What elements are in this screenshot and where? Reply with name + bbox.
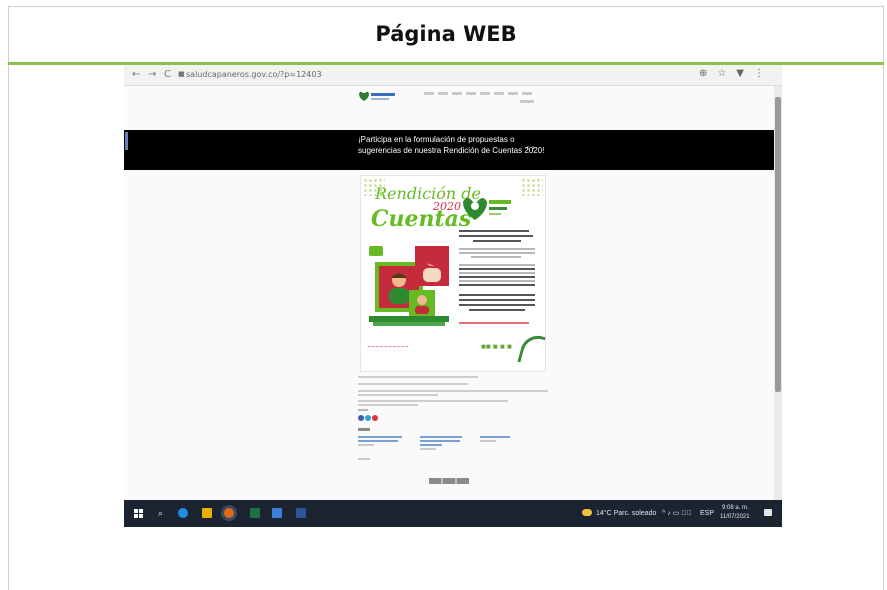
poster-text-line bbox=[459, 252, 535, 254]
banner-slider-arrows[interactable]: ‹ › bbox=[526, 143, 535, 152]
search-icon[interactable]: ⌕ bbox=[158, 508, 163, 519]
site-nav-menu[interactable] bbox=[424, 92, 534, 95]
site-logo[interactable] bbox=[358, 89, 398, 103]
related-post-link[interactable] bbox=[420, 436, 462, 438]
poster-text-line bbox=[459, 299, 535, 301]
poster-text-line bbox=[459, 294, 535, 296]
poster-text-line bbox=[459, 280, 535, 282]
clock-time[interactable]: 9:08 a. m. bbox=[722, 505, 749, 511]
browser-screenshot: ← → C ■ saludcapaneros.gov.co/?p=12403 ⊕… bbox=[124, 65, 782, 527]
banner-headline: ¡Participa en la formulación de propuest… bbox=[358, 135, 545, 155]
poster-text-line bbox=[469, 309, 525, 311]
decorative-arc bbox=[517, 331, 546, 368]
body-text-line bbox=[358, 376, 478, 378]
windows-taskbar: ⌕ 14°C Parc. soleado ^ ♪ ▭ ◁ﾞ ESP 9:08 a… bbox=[124, 500, 782, 527]
browser-toolbar: ← → C ■ saludcapaneros.gov.co/?p=12403 ⊕… bbox=[124, 65, 782, 86]
body-text-line bbox=[358, 394, 438, 396]
rendicion-cuentas-poster: Rendición de 2020 Cuentas ~~~~~~~~~~ ■■ … bbox=[360, 175, 546, 372]
poster-title-line2: Cuentas bbox=[371, 206, 472, 232]
dots-decoration bbox=[521, 178, 543, 196]
poster-text-line bbox=[459, 268, 535, 270]
related-post-link[interactable] bbox=[420, 440, 460, 442]
back-icon[interactable]: ← bbox=[132, 69, 140, 80]
related-post-link[interactable] bbox=[480, 436, 510, 438]
poster-text-line bbox=[459, 264, 535, 266]
body-text-line bbox=[358, 383, 468, 385]
body-text-line bbox=[358, 400, 508, 402]
taskbar-app-icon[interactable] bbox=[272, 508, 282, 518]
toolbar-icons: ⊕☆▼⋮ bbox=[699, 68, 774, 79]
file-explorer-icon[interactable] bbox=[202, 508, 212, 518]
site-nav-menu-extra[interactable] bbox=[520, 100, 534, 103]
language-indicator[interactable]: ESP bbox=[700, 510, 714, 517]
related-post-link[interactable] bbox=[420, 444, 442, 446]
zoom-icon[interactable]: ⊕ bbox=[699, 68, 717, 79]
poster-slogan bbox=[459, 322, 529, 324]
poster-text-line bbox=[471, 256, 521, 258]
scrollbar-thumb[interactable] bbox=[775, 97, 781, 392]
word-icon[interactable] bbox=[296, 508, 306, 518]
banner-side-tab[interactable] bbox=[125, 132, 128, 150]
body-text-line bbox=[358, 404, 418, 406]
facebook-share-icon[interactable] bbox=[358, 415, 364, 421]
poster-text-line bbox=[459, 276, 535, 278]
email-share-icon[interactable] bbox=[372, 415, 378, 421]
poster-text-line bbox=[459, 235, 533, 237]
document-title: Página WEB bbox=[375, 22, 517, 46]
notifications-icon[interactable] bbox=[764, 509, 772, 516]
windows-start-icon[interactable] bbox=[134, 509, 143, 518]
body-text-line bbox=[358, 390, 548, 392]
twitter-share-icon[interactable] bbox=[365, 415, 371, 421]
secretary-logo: ■■ ■ ■ ■ bbox=[481, 342, 512, 351]
menu-icon[interactable]: ⋮ bbox=[754, 68, 774, 79]
video-call-illustration bbox=[369, 246, 449, 326]
related-post-date bbox=[358, 444, 374, 446]
poster-text-line bbox=[473, 240, 521, 242]
excel-icon[interactable] bbox=[250, 508, 260, 518]
firefox-icon[interactable] bbox=[224, 508, 234, 518]
health-logo bbox=[463, 198, 511, 220]
star-icon[interactable]: ☆ bbox=[717, 68, 736, 79]
poster-text-line bbox=[459, 284, 535, 286]
pagination[interactable] bbox=[429, 478, 469, 484]
clock-date[interactable]: 11/07/2021 bbox=[720, 514, 750, 520]
edge-browser-icon[interactable] bbox=[178, 508, 188, 518]
hero-banner: ¡Participa en la formulación de propuest… bbox=[124, 130, 774, 170]
share-label bbox=[358, 409, 368, 411]
related-post-date bbox=[480, 440, 496, 442]
weather-text[interactable]: 14°C Parc. soleado bbox=[596, 510, 656, 517]
address-bar[interactable]: saludcapaneros.gov.co/?p=12403 bbox=[186, 70, 322, 79]
weather-icon[interactable] bbox=[582, 509, 592, 516]
forward-icon[interactable]: → bbox=[148, 69, 156, 80]
extension-icon[interactable]: ▼ bbox=[736, 68, 754, 79]
poster-text-line bbox=[459, 304, 535, 306]
related-posts-title bbox=[358, 428, 370, 431]
reload-icon[interactable]: C bbox=[164, 69, 171, 80]
poster-text-line bbox=[459, 248, 535, 250]
related-post-link[interactable] bbox=[358, 440, 398, 442]
poster-caption: ~~~~~~~~~~ bbox=[367, 344, 409, 350]
related-post-link[interactable] bbox=[358, 436, 402, 438]
system-tray-icons[interactable]: ^ ♪ ▭ ◁ﾞ bbox=[662, 509, 692, 517]
lock-icon: ■ bbox=[178, 70, 185, 78]
related-post-date bbox=[420, 448, 436, 450]
webpage: ¡Participa en la formulación de propuest… bbox=[124, 86, 774, 500]
poster-text-line bbox=[459, 230, 529, 232]
poster-text-line bbox=[459, 272, 535, 274]
post-category bbox=[358, 458, 370, 460]
